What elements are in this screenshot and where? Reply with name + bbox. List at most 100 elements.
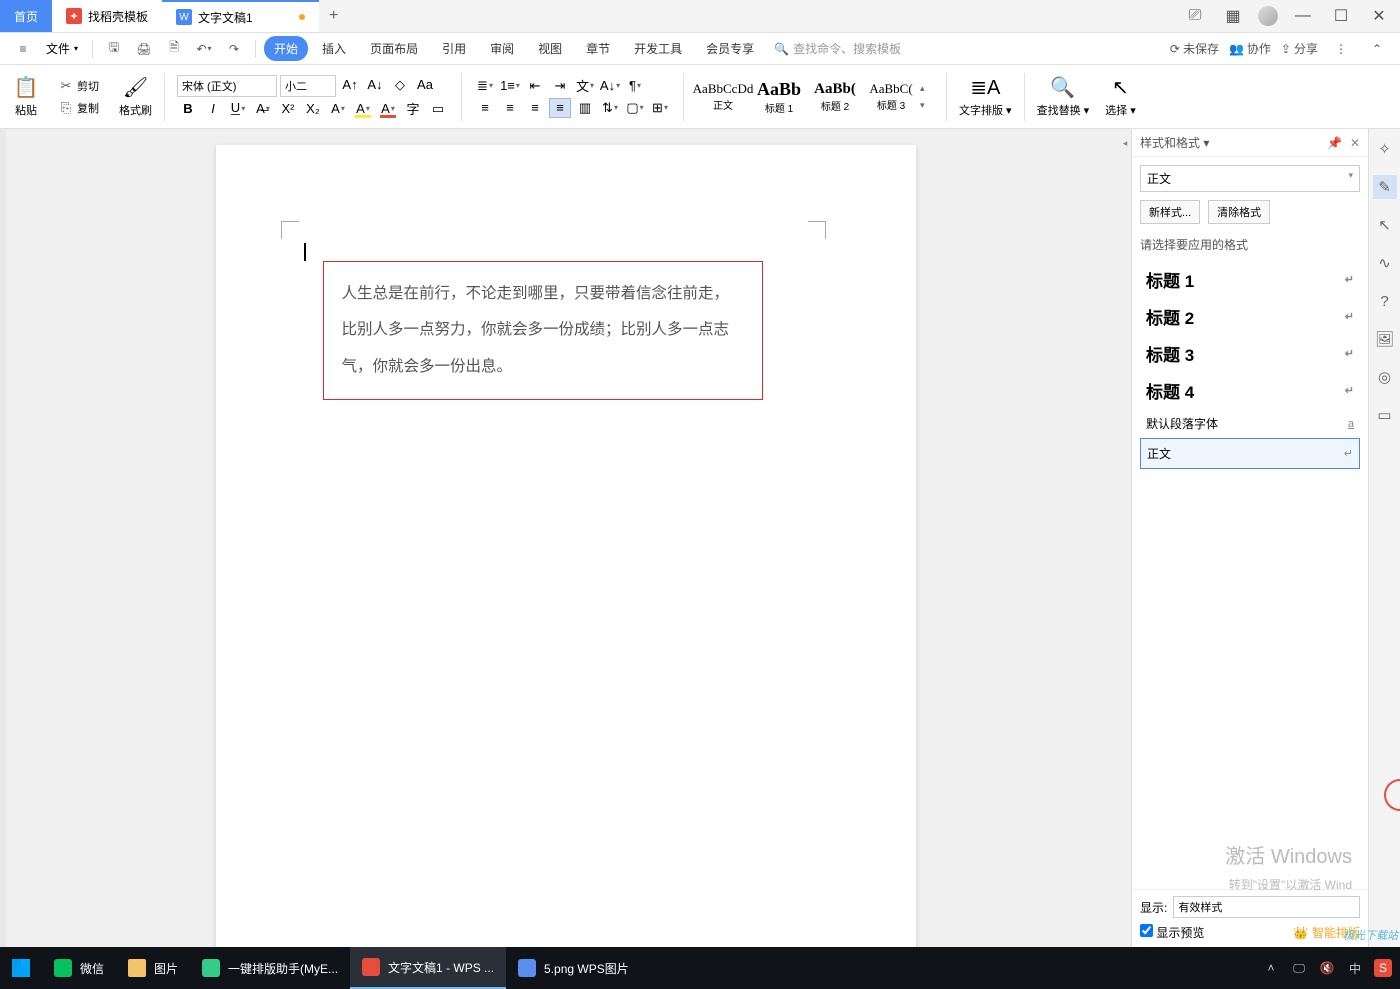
font-color-button[interactable]: A [377, 99, 399, 119]
find-replace-button[interactable]: 🔍查找替换 ▾ [1037, 76, 1090, 118]
more-icon[interactable]: ⋮ [1328, 36, 1354, 62]
current-style-select[interactable]: 正文▾ [1140, 165, 1360, 192]
panel-toggle-icon[interactable]: ◂ [1119, 137, 1131, 149]
font-size-select[interactable] [280, 75, 336, 97]
menu-page-layout[interactable]: 页面布局 [360, 36, 428, 61]
paste-button[interactable]: 📋 粘贴 [14, 76, 38, 118]
pin-icon[interactable]: 📌 [1327, 136, 1342, 150]
unsaved-link[interactable]: ⟳未保存 [1170, 40, 1219, 57]
ts-image-icon[interactable]: 🖼 [1373, 327, 1397, 351]
tb-start[interactable] [0, 947, 42, 989]
file-menu[interactable]: 文件 ▾ [40, 40, 84, 57]
menu-insert[interactable]: 插入 [312, 36, 356, 61]
select-button[interactable]: ↖选择 ▾ [1105, 76, 1136, 118]
copy-button[interactable]: ⎘复制 [54, 98, 103, 118]
menu-view[interactable]: 视图 [528, 36, 572, 61]
close-button[interactable]: ✕ [1366, 3, 1392, 29]
maximize-button[interactable]: ☐ [1328, 3, 1354, 29]
show-filter-select[interactable]: 有效样式 [1173, 896, 1360, 918]
ts-target-icon[interactable]: ◎ [1373, 365, 1397, 389]
increase-indent-button[interactable]: ⇥ [549, 76, 571, 96]
menu-chapter[interactable]: 章节 [576, 36, 620, 61]
list-style-h4[interactable]: 标题 4↵ [1140, 372, 1360, 409]
list-style-h2[interactable]: 标题 2↵ [1140, 298, 1360, 335]
line-spacing-button[interactable]: ⇅ [599, 98, 621, 118]
list-style-h1[interactable]: 标题 1↵ [1140, 261, 1360, 298]
minimize-button[interactable]: — [1290, 3, 1316, 29]
hamburger-icon[interactable]: ≡ [10, 36, 36, 62]
menu-review[interactable]: 审阅 [480, 36, 524, 61]
command-search[interactable]: 🔍 查找命令、搜索模板 [774, 40, 901, 57]
change-case-icon[interactable]: Aa [414, 75, 436, 95]
align-center-button[interactable]: ≡ [499, 98, 521, 118]
style-h2[interactable]: AaBb(标题 2 [808, 74, 862, 120]
bullet-list-button[interactable]: ≣ [474, 76, 496, 96]
underline-button[interactable]: U [227, 99, 249, 119]
save-icon[interactable]: 🖫 [101, 36, 127, 62]
document-area[interactable]: ◂ 人生总是在前行，不论走到哪里，只要带着信念往前走，比别人多一点努力，你就会多… [0, 129, 1131, 947]
apps-icon[interactable]: ▦ [1220, 3, 1246, 29]
collaborate-link[interactable]: 👥协作 [1229, 40, 1271, 57]
tray-monitor-icon[interactable]: 🖵 [1290, 959, 1308, 977]
asian-layout-button[interactable]: 文 [574, 76, 596, 96]
strikethrough-button[interactable]: A̶ [252, 99, 274, 119]
tab-document[interactable]: W 文字文稿1 [162, 0, 319, 32]
tray-volume-icon[interactable]: 🔇 [1318, 959, 1336, 977]
font-name-select[interactable] [177, 75, 277, 97]
print-icon[interactable]: 🖨 [131, 36, 157, 62]
collapse-ribbon-icon[interactable]: ⌃ [1364, 36, 1390, 62]
tb-myeditor[interactable]: 一键排版助手(MyE... [190, 947, 350, 989]
tab-home[interactable]: 首页 [0, 0, 52, 32]
align-left-button[interactable]: ≡ [474, 98, 496, 118]
tray-up-icon[interactable]: ˄ [1262, 959, 1280, 977]
style-h3[interactable]: AaBbC(标题 3 [864, 74, 918, 120]
sort-button[interactable]: A↓ [599, 76, 621, 96]
cut-button[interactable]: ✂剪切 [54, 76, 103, 96]
tb-wechat[interactable]: 微信 [42, 947, 116, 989]
new-style-button[interactable]: 新样式... [1140, 200, 1200, 224]
tray-ime[interactable]: 中 [1346, 959, 1364, 977]
decrease-indent-button[interactable]: ⇤ [524, 76, 546, 96]
ts-select-icon[interactable]: ↖ [1373, 213, 1397, 237]
italic-button[interactable]: I [202, 99, 224, 119]
list-style-h3[interactable]: 标题 3↵ [1140, 335, 1360, 372]
new-tab-button[interactable]: + [319, 0, 349, 32]
number-list-button[interactable]: 1≡ [499, 76, 521, 96]
ts-pencil-icon[interactable]: ✎ [1373, 175, 1397, 199]
layout-icon[interactable]: ⎚ [1182, 3, 1208, 29]
page[interactable]: 人生总是在前行，不论走到哪里，只要带着信念往前走，比别人多一点努力，你就会多一份… [216, 145, 916, 947]
undo-button[interactable]: ↶ [191, 36, 217, 62]
text-layout-button[interactable]: ≣A文字排版 ▾ [959, 76, 1012, 118]
share-link[interactable]: ⇪分享 [1281, 40, 1318, 57]
menu-start[interactable]: 开始 [264, 36, 308, 61]
show-preview-checkbox[interactable]: 显示预览 [1140, 924, 1204, 941]
menu-references[interactable]: 引用 [432, 36, 476, 61]
tray-sogou-icon[interactable]: S [1374, 959, 1392, 977]
clear-format-button[interactable]: 清除格式 [1208, 200, 1270, 224]
shading-button[interactable]: ▢ [624, 98, 646, 118]
redo-button[interactable]: ↷ [221, 36, 247, 62]
tb-wpspic[interactable]: 5.png WPS图片 [506, 947, 641, 989]
show-marks-button[interactable]: ¶ [624, 76, 646, 96]
border-button[interactable]: ⊞ [649, 98, 671, 118]
style-normal[interactable]: AaBbCcDd正文 [696, 74, 750, 120]
ts-book-icon[interactable]: ▭ [1373, 403, 1397, 427]
tb-pictures[interactable]: 图片 [116, 947, 190, 989]
text-box[interactable]: 人生总是在前行，不论走到哪里，只要带着信念往前走，比别人多一点努力，你就会多一份… [323, 261, 763, 400]
highlight-button[interactable]: A [352, 99, 374, 119]
clear-format-icon[interactable]: ◇ [389, 75, 411, 95]
list-style-normal[interactable]: 正文↵ [1140, 438, 1360, 469]
align-right-button[interactable]: ≡ [524, 98, 546, 118]
style-gallery-more[interactable]: ▴▾ [920, 74, 934, 120]
ts-settings-icon[interactable]: ∿ [1373, 251, 1397, 275]
distribute-button[interactable]: ▥ [574, 98, 596, 118]
align-justify-button[interactable]: ≡ [549, 98, 571, 118]
avatar[interactable] [1258, 6, 1278, 26]
menu-member[interactable]: 会员专享 [696, 36, 764, 61]
preview-icon[interactable]: 🗎 [161, 36, 187, 62]
subscript-button[interactable]: X₂ [302, 99, 324, 119]
menu-devtools[interactable]: 开发工具 [624, 36, 692, 61]
list-style-default-font[interactable]: 默认段落字体a [1140, 409, 1360, 438]
phonetic-button[interactable]: 字 [402, 99, 424, 119]
bold-button[interactable]: B [177, 99, 199, 119]
